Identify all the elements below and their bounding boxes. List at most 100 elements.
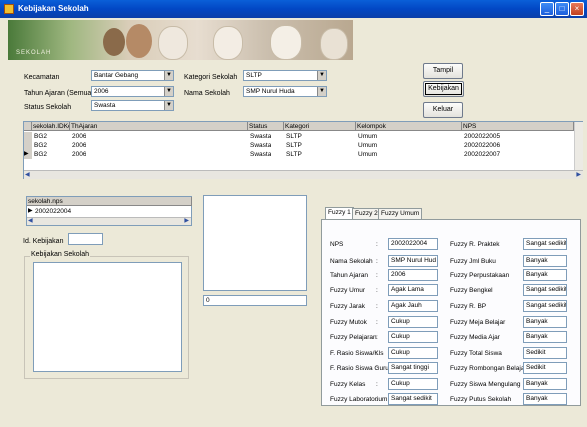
- grid-cell[interactable]: SLTP: [286, 150, 302, 159]
- nps-grid[interactable]: sekolah.nps ▶ 2002022004 ◀ ▶: [26, 196, 192, 226]
- status-sekolah-label: Status Sekolah: [24, 104, 72, 111]
- vertical-scrollbar[interactable]: [574, 122, 583, 170]
- kebijakan-list[interactable]: [203, 195, 307, 291]
- fuzzy-value-field[interactable]: Cukup: [388, 347, 438, 359]
- minimize-button[interactable]: _: [540, 2, 554, 16]
- fuzzy-label: Fuzzy Perpustakaan: [450, 272, 510, 279]
- fuzzy-value-field[interactable]: SMP Nurul Hud: [388, 255, 438, 267]
- grid-cell[interactable]: Swasta: [250, 132, 271, 141]
- scroll-left-icon[interactable]: ◀: [25, 171, 30, 178]
- fuzzy-value-field[interactable]: Cukup: [388, 316, 438, 328]
- fuzzy-label: Fuzzy Meja Belajar: [450, 319, 506, 326]
- grid-cell[interactable]: 2006: [72, 150, 86, 159]
- column-header-idkel[interactable]: sekolah.IDKel: [32, 122, 70, 131]
- kebijakan-sekolah-textarea[interactable]: [33, 262, 182, 372]
- column-header-thajaran[interactable]: ThAjaran: [70, 122, 248, 131]
- kebijakan-button[interactable]: Kebijakan: [423, 81, 464, 97]
- grid-cell[interactable]: SLTP: [286, 132, 302, 141]
- fuzzy-value-field[interactable]: Banyak: [523, 378, 567, 390]
- column-header-status[interactable]: Status: [248, 122, 284, 131]
- close-button[interactable]: ×: [570, 2, 584, 16]
- fuzzy-value-field[interactable]: 2006: [388, 269, 438, 281]
- fuzzy-label: Fuzzy Jml Buku: [450, 258, 496, 265]
- fuzzy-label: Fuzzy Laboratorium: [330, 396, 388, 403]
- chevron-down-icon[interactable]: ▼: [317, 71, 326, 80]
- fuzzy-value-field[interactable]: Sangat sedikit: [388, 393, 438, 405]
- horizontal-scrollbar[interactable]: ◀ ▶: [27, 217, 191, 225]
- chevron-down-icon[interactable]: ▼: [317, 87, 326, 96]
- fuzzy-value-field[interactable]: Banyak: [523, 331, 567, 343]
- nps-value[interactable]: 2002022004: [35, 207, 71, 216]
- fuzzy-label: Fuzzy R. Praktek: [450, 241, 500, 248]
- column-header-kelompok[interactable]: Kelompok: [356, 122, 462, 131]
- fuzzy-value-field[interactable]: Sedikit: [523, 362, 567, 374]
- tab-fuzzy-2[interactable]: Fuzzy 2: [352, 208, 381, 219]
- horizontal-scrollbar[interactable]: ◀ ▶: [24, 170, 583, 179]
- kategori-sekolah-select[interactable]: SLTP ▼: [243, 70, 327, 81]
- grid-cell[interactable]: Swasta: [250, 150, 271, 159]
- nama-sekolah-select[interactable]: SMP Nurul Huda ▼: [243, 86, 327, 97]
- fuzzy-label: Fuzzy Jarak: [330, 303, 366, 310]
- grid-cell[interactable]: 2006: [72, 141, 86, 150]
- grid-cell[interactable]: BG2: [34, 132, 47, 141]
- kecamatan-select[interactable]: Bantar Gebang ▼: [91, 70, 174, 81]
- row-pointer-icon: ▶: [28, 208, 33, 214]
- colon-separator: :: [376, 319, 378, 326]
- column-header-sekolah-nps[interactable]: sekolah.nps: [27, 197, 192, 206]
- grid-cell[interactable]: 2002022005: [464, 132, 500, 141]
- status-sekolah-select[interactable]: Swasta ▼: [91, 100, 174, 111]
- maximize-button[interactable]: □: [555, 2, 569, 16]
- fuzzy-value-field[interactable]: Sedikit: [523, 347, 567, 359]
- fuzzy-value-field[interactable]: Cukup: [388, 378, 438, 390]
- grid-cell[interactable]: 2002022007: [464, 150, 500, 159]
- chevron-down-icon[interactable]: ▼: [164, 71, 173, 80]
- kecamatan-label: Kecamatan: [24, 74, 60, 81]
- scroll-right-icon[interactable]: ▶: [184, 217, 189, 224]
- fuzzy-value-field[interactable]: 2002022004: [388, 238, 438, 250]
- fuzzy-value-field[interactable]: Agak Jauh: [388, 300, 438, 312]
- tab-fuzzy-umum[interactable]: Fuzzy Umum: [378, 208, 423, 219]
- tahun-ajaran-label: Tahun Ajaran (Semua): [24, 90, 94, 97]
- fuzzy-value-field[interactable]: Sangat sedikit: [523, 300, 567, 312]
- fuzzy-value-field[interactable]: Banyak: [523, 255, 567, 267]
- fuzzy-value-field[interactable]: Cukup: [388, 331, 438, 343]
- school-grid[interactable]: sekolah.IDKel ThAjaran Status Kategori K…: [23, 121, 583, 179]
- keluar-button[interactable]: Keluar: [423, 102, 463, 118]
- fuzzy-value-field[interactable]: Sangat tinggi: [388, 362, 438, 374]
- grid-cell[interactable]: Umum: [358, 141, 377, 150]
- colon-separator: :: [376, 241, 378, 248]
- grid-cell[interactable]: 2006: [72, 132, 86, 141]
- chevron-down-icon[interactable]: ▼: [164, 101, 173, 110]
- fuzzy-value-field[interactable]: Agak Lama: [388, 284, 438, 296]
- fuzzy-value-field[interactable]: Sangat sedikit: [523, 284, 567, 296]
- id-kebijakan-input[interactable]: [68, 233, 103, 245]
- kategori-sekolah-label: Kategori Sekolah: [184, 74, 238, 81]
- column-header-kategori[interactable]: Kategori: [284, 122, 356, 131]
- grid-cell[interactable]: SLTP: [286, 141, 302, 150]
- fuzzy-value-field[interactable]: Sangat sedikit: [523, 238, 567, 250]
- chevron-down-icon[interactable]: ▼: [164, 87, 173, 96]
- fuzzy-label: Fuzzy Pelajaran: [330, 334, 377, 341]
- fuzzy-value-field[interactable]: Banyak: [523, 393, 567, 405]
- grid-cell[interactable]: Umum: [358, 150, 377, 159]
- fuzzy-label: NPS: [330, 241, 344, 248]
- colon-separator: :: [376, 287, 378, 294]
- grid-cell[interactable]: 2002022006: [464, 141, 500, 150]
- colon-separator: :: [376, 303, 378, 310]
- scroll-left-icon[interactable]: ◀: [28, 217, 33, 224]
- fuzzy-value-field[interactable]: Banyak: [523, 316, 567, 328]
- counter-field[interactable]: 0: [203, 295, 307, 306]
- fuzzy-1-panel: NPS: 2002022004 Nama Sekolah: SMP Nurul Hud…: [321, 219, 581, 406]
- tab-fuzzy-1[interactable]: Fuzzy 1: [325, 207, 354, 219]
- tampil-button[interactable]: Tampil: [423, 63, 463, 79]
- fuzzy-value-field[interactable]: Banyak: [523, 269, 567, 281]
- grid-cell[interactable]: BG2: [34, 150, 47, 159]
- fuzzy-label: Fuzzy Putus Sekolah: [450, 396, 512, 403]
- grid-cell[interactable]: Swasta: [250, 141, 271, 150]
- app-icon: [4, 4, 14, 14]
- scroll-right-icon[interactable]: ▶: [576, 171, 581, 178]
- grid-cell[interactable]: Umum: [358, 132, 377, 141]
- tahun-ajaran-select[interactable]: 2006 ▼: [91, 86, 174, 97]
- grid-cell[interactable]: BG2: [34, 141, 47, 150]
- column-header-nps[interactable]: NPS: [462, 122, 574, 131]
